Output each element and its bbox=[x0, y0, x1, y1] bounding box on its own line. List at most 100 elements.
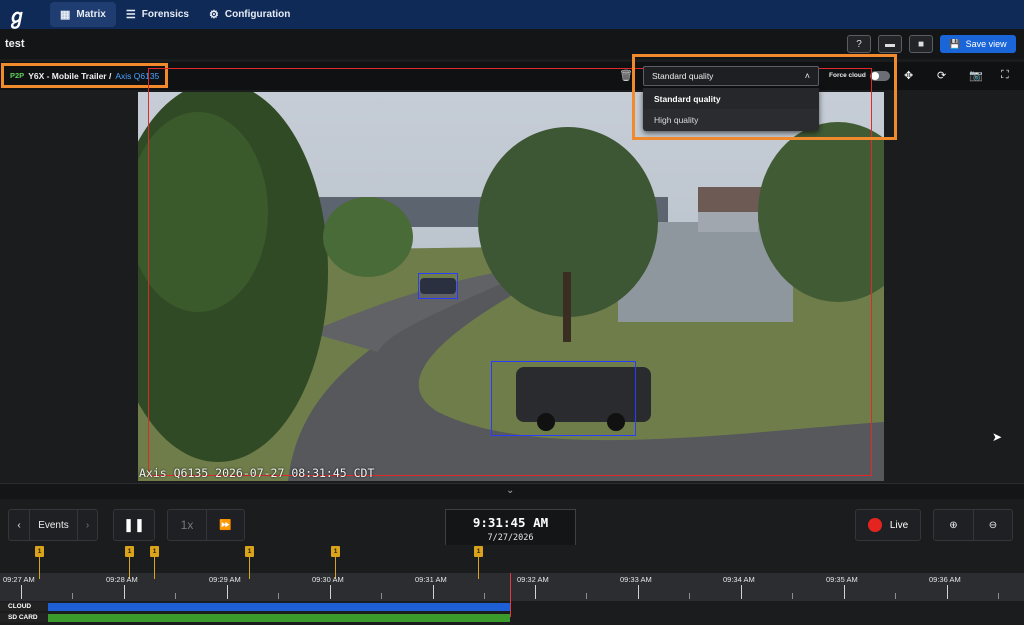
chevron-up-icon: ˄ bbox=[804, 71, 810, 81]
app-root: ℊ ▦ Matrix ☰ Forensics ⚙ Configuration t… bbox=[0, 0, 1024, 625]
next-event-button[interactable]: › bbox=[77, 510, 97, 540]
cloud-track-label: CLOUD bbox=[0, 602, 48, 611]
time-tick-label: 09:30 AM bbox=[312, 575, 344, 584]
zoom-out-icon: ⊖ bbox=[988, 519, 998, 531]
timeline-tick bbox=[998, 593, 999, 599]
brand-logo[interactable]: ℊ bbox=[2, 0, 32, 29]
time-tick-label: 09:36 AM bbox=[929, 575, 961, 584]
save-icon: 💾 bbox=[949, 38, 961, 49]
time-tick-label: 09:28 AM bbox=[106, 575, 138, 584]
event-marker[interactable]: 1 bbox=[150, 546, 159, 579]
timeline-tick bbox=[381, 593, 382, 599]
force-cloud-toggle[interactable] bbox=[870, 71, 890, 81]
tab-forensics[interactable]: ☰ Forensics bbox=[116, 2, 199, 27]
chevron-down-icon[interactable]: ⌄ bbox=[506, 485, 514, 496]
zoom-out-button[interactable]: ⊖ bbox=[972, 510, 1012, 540]
timeline-tick bbox=[535, 585, 536, 599]
timeline-tick bbox=[586, 593, 587, 599]
event-marker-count: 1 bbox=[125, 546, 134, 557]
quality-select[interactable]: Standard quality ˄ bbox=[643, 66, 819, 86]
p2p-badge: P2P bbox=[10, 71, 25, 80]
vehicle-bounding-box bbox=[418, 273, 458, 299]
toggle-knob bbox=[871, 72, 879, 80]
speed-controls: 1x ⏩ bbox=[167, 509, 245, 541]
timeline-tick bbox=[792, 593, 793, 599]
event-marker[interactable]: 1 bbox=[474, 546, 483, 579]
playback-controls: ‹ Events › ❚❚ 1x ⏩ 9:31:45 AM 7/27/2026 … bbox=[0, 499, 1024, 547]
refresh-icon[interactable]: ⟳ bbox=[937, 69, 946, 82]
quality-option-high[interactable]: High quality bbox=[643, 109, 819, 130]
live-button[interactable]: Live bbox=[855, 509, 921, 541]
time-tick-label: 09:34 AM bbox=[723, 575, 755, 584]
timeline[interactable]: 1 1 1 1 1 1 09:27 AM 09:28 AM 09:29 AM 0… bbox=[0, 545, 1024, 625]
sd-card-recording-bar[interactable] bbox=[48, 614, 510, 622]
event-marker[interactable]: 1 bbox=[331, 546, 340, 579]
cloud-recording-bar[interactable] bbox=[48, 603, 510, 611]
top-nav-bar: ℊ ▦ Matrix ☰ Forensics ⚙ Configuration bbox=[0, 0, 1024, 29]
previous-event-button[interactable]: ‹ bbox=[9, 510, 29, 540]
camera-label: P2P Y6X - Mobile Trailer / Axis Q6135 bbox=[1, 63, 169, 88]
tab-matrix[interactable]: ▦ Matrix bbox=[50, 2, 116, 27]
playback-date: 7/27/2026 bbox=[487, 533, 534, 543]
timeline-tick bbox=[741, 585, 742, 599]
chevron-right-icon: › bbox=[85, 519, 90, 531]
save-view-button[interactable]: 💾 Save view bbox=[940, 35, 1016, 53]
search-list-icon: ☰ bbox=[125, 9, 136, 21]
time-tick-label: 09:33 AM bbox=[620, 575, 652, 584]
tab-matrix-label: Matrix bbox=[76, 9, 106, 20]
timeline-tick bbox=[72, 593, 73, 599]
speed-button[interactable]: 1x bbox=[168, 510, 206, 540]
event-marker[interactable]: 1 bbox=[125, 546, 134, 579]
timeline-tick bbox=[844, 585, 845, 599]
timeline-tick bbox=[124, 585, 125, 599]
mouse-cursor-icon: ➤ bbox=[992, 430, 1003, 444]
layout-button[interactable]: ▬ bbox=[878, 35, 902, 53]
pause-button[interactable]: ❚❚ bbox=[113, 509, 155, 541]
display-button[interactable]: ■ bbox=[909, 35, 933, 53]
time-tick-label: 09:29 AM bbox=[209, 575, 241, 584]
time-tick-label: 09:27 AM bbox=[3, 575, 35, 584]
event-marker[interactable]: 1 bbox=[245, 546, 254, 579]
timeline-tick bbox=[638, 585, 639, 599]
timeline-tick bbox=[947, 585, 948, 599]
grid-icon: ▦ bbox=[60, 9, 71, 21]
gear-icon: ⚙ bbox=[208, 9, 219, 21]
event-marker-count: 1 bbox=[150, 546, 159, 557]
panel-divider[interactable]: ⌄ bbox=[0, 483, 1024, 499]
zoom-in-button[interactable]: ⊕ bbox=[934, 510, 973, 540]
fullscreen-icon[interactable]: ⛶ bbox=[1001, 69, 1009, 82]
view-title-bar: test ? ▬ ■ 💾 Save view bbox=[0, 29, 1024, 59]
camera-site: Y6X - Mobile Trailer / bbox=[28, 70, 112, 81]
current-time-indicator[interactable] bbox=[510, 573, 511, 617]
quality-option-standard[interactable]: Standard quality bbox=[643, 88, 819, 109]
fast-forward-button[interactable]: ⏩ bbox=[206, 510, 244, 540]
timeline-tick bbox=[21, 585, 22, 599]
display-icon: ■ bbox=[917, 38, 925, 50]
event-marker-stem bbox=[154, 557, 155, 579]
tab-configuration-label: Configuration bbox=[224, 9, 291, 20]
timeline-tick bbox=[227, 585, 228, 599]
timeline-tick bbox=[278, 593, 279, 599]
snapshot-camera-icon[interactable]: 📷 bbox=[969, 69, 983, 82]
time-tick-label: 09:32 AM bbox=[517, 575, 549, 584]
zoom-in-icon: ⊕ bbox=[949, 519, 958, 531]
sd-card-track-label: SD CARD bbox=[0, 613, 48, 622]
pause-icon: ❚❚ bbox=[123, 517, 145, 532]
tab-configuration[interactable]: ⚙ Configuration bbox=[199, 2, 300, 27]
timeline-tick bbox=[895, 593, 896, 599]
time-tick-label: 09:35 AM bbox=[826, 575, 858, 584]
event-marker-stem bbox=[478, 557, 479, 579]
event-marker-stem bbox=[249, 557, 250, 579]
time-tick-label: 09:31 AM bbox=[415, 575, 447, 584]
fast-forward-icon: ⏩ bbox=[219, 519, 232, 531]
save-view-label: Save view bbox=[965, 39, 1007, 49]
timeline-tick bbox=[175, 593, 176, 599]
timeline-tick bbox=[330, 585, 331, 599]
timeline-tick bbox=[689, 593, 690, 599]
event-marker-count: 1 bbox=[35, 546, 44, 557]
event-marker[interactable]: 1 bbox=[35, 546, 44, 579]
vehicle-bounding-box bbox=[491, 361, 636, 436]
help-button[interactable]: ? bbox=[847, 35, 871, 53]
ptz-move-icon[interactable]: ✥ bbox=[904, 69, 913, 82]
video-timestamp-overlay: Axis Q6135 2026-07-27 08:31:45 CDT bbox=[139, 466, 375, 480]
